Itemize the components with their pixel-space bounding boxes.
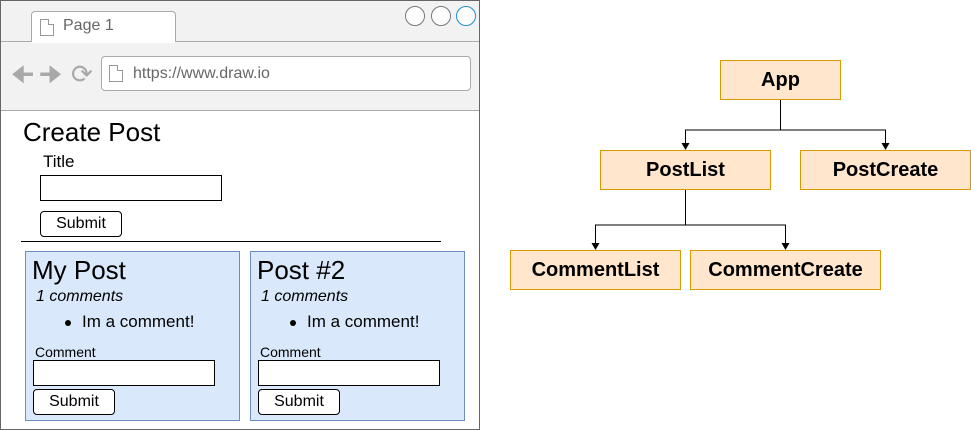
- node-postlist: PostList: [600, 150, 771, 190]
- node-app: App: [720, 60, 841, 100]
- tree-edge-postlist-commentcreate: [685, 190, 790, 250]
- tree-edge-app-postlist: [681, 100, 781, 150]
- tree-edge-app-postcreate: [780, 100, 890, 150]
- tree-edge-postlist-commentlist: [591, 190, 686, 250]
- node-postcreate: PostCreate: [800, 150, 971, 190]
- node-commentcreate: CommentCreate: [690, 250, 881, 290]
- node-commentlist: CommentList: [510, 250, 681, 290]
